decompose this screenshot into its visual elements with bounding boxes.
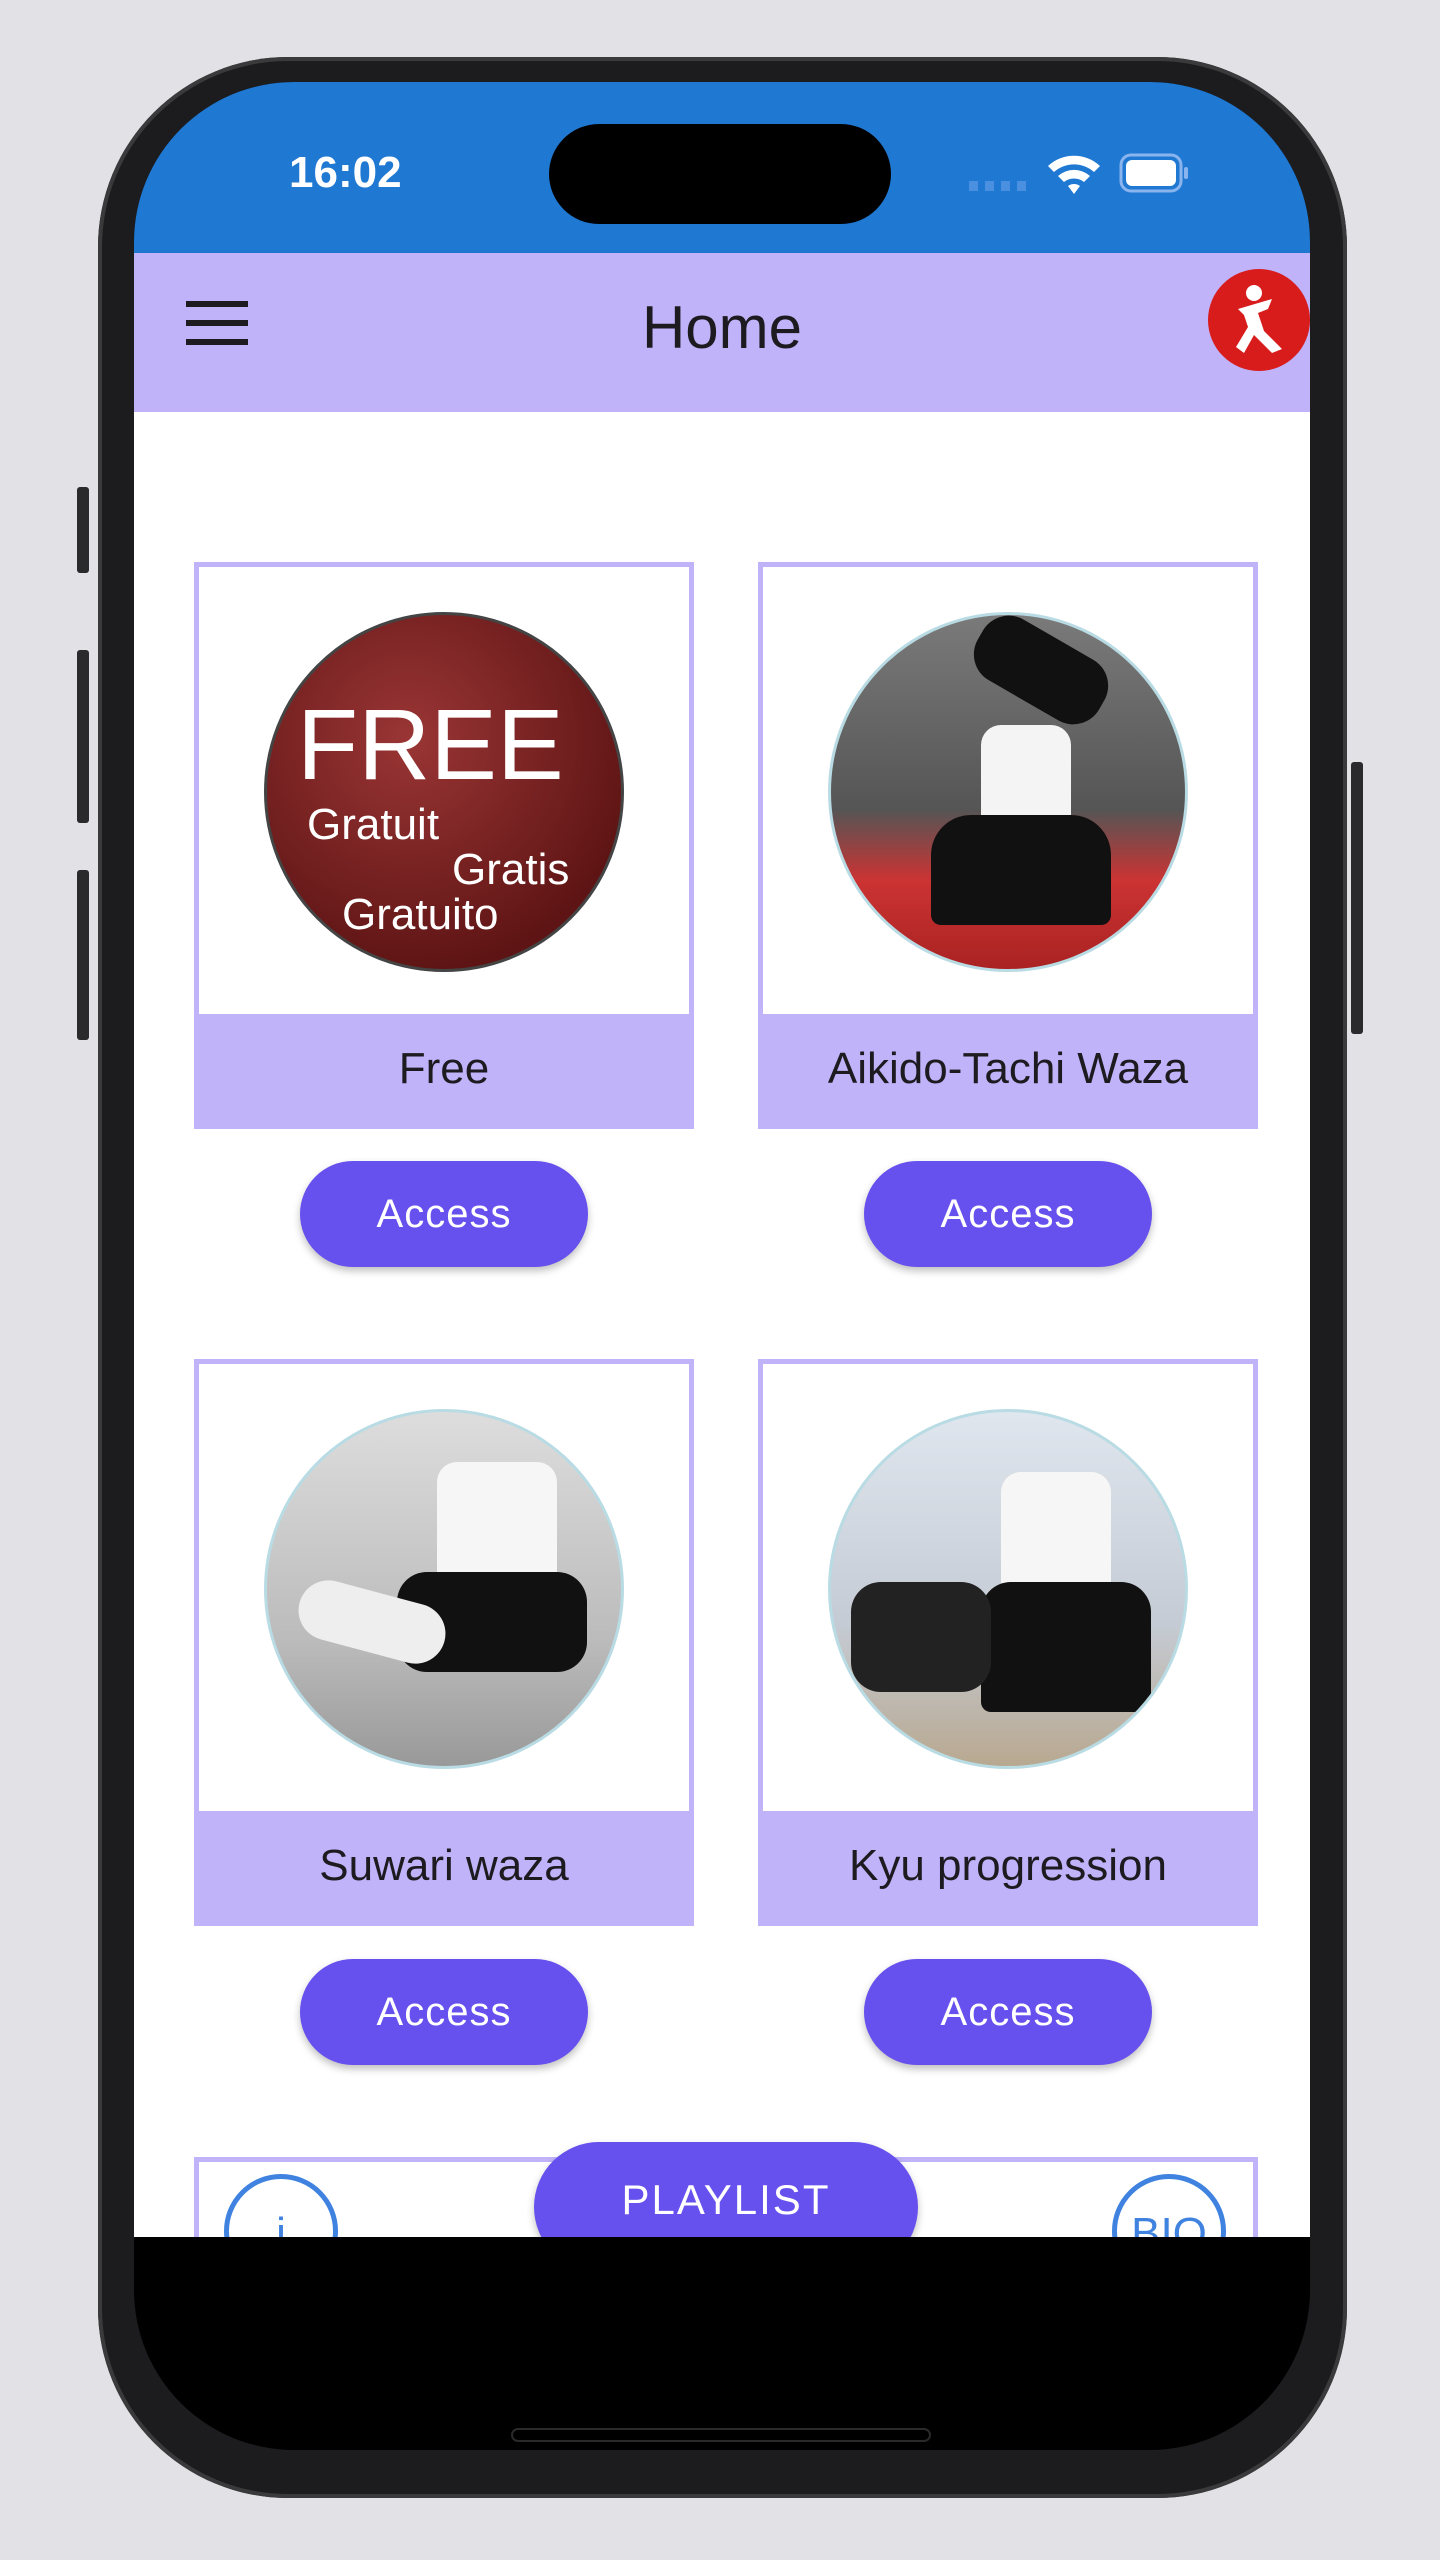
access-button-suwari-waza[interactable]: Access	[300, 1959, 588, 2065]
app-bar: Home	[134, 253, 1310, 412]
screen: 16:02 Home FREE Gratuit Gratis Gratuito …	[134, 82, 1310, 2450]
card-caption: Aikido-Tachi Waza	[763, 1014, 1253, 1124]
home-indicator[interactable]	[511, 2428, 931, 2442]
course-card-suwari-waza[interactable]: Suwari waza	[194, 1359, 694, 1926]
power-button	[1351, 762, 1363, 1034]
mute-switch	[77, 487, 89, 573]
volume-down-button	[77, 870, 89, 1040]
access-button-aikido-tachi-waza[interactable]: Access	[864, 1161, 1152, 1267]
free-badge-image: FREE Gratuit Gratis Gratuito	[264, 612, 624, 972]
volume-up-button	[77, 650, 89, 823]
wifi-icon	[1048, 155, 1100, 194]
dynamic-island	[549, 124, 891, 224]
course-card-aikido-tachi-waza[interactable]: Aikido-Tachi Waza	[758, 562, 1258, 1129]
status-time: 16:02	[289, 148, 402, 197]
course-card-free[interactable]: FREE Gratuit Gratis Gratuito Free	[194, 562, 694, 1129]
card-caption: Free	[199, 1014, 689, 1124]
access-button-free[interactable]: Access	[300, 1161, 588, 1267]
content-grid: FREE Gratuit Gratis Gratuito Free Access…	[134, 412, 1310, 2237]
card-caption: Kyu progression	[763, 1811, 1253, 1921]
aikido-photo	[828, 612, 1188, 972]
suwari-waza-photo	[264, 1409, 624, 1769]
access-button-kyu-progression[interactable]: Access	[864, 1959, 1152, 2065]
kyu-progression-photo	[828, 1409, 1188, 1769]
battery-icon	[1119, 153, 1188, 193]
status-bar: 16:02	[134, 82, 1310, 253]
playlist-button[interactable]: PLAYLIST	[534, 2142, 918, 2237]
course-card-kyu-progression[interactable]: Kyu progression	[758, 1359, 1258, 1926]
signal-icon	[969, 181, 1026, 191]
karate-figure-logo[interactable]	[1208, 269, 1310, 371]
card-caption: Suwari waza	[199, 1811, 689, 1921]
page-title: Home	[641, 294, 803, 361]
